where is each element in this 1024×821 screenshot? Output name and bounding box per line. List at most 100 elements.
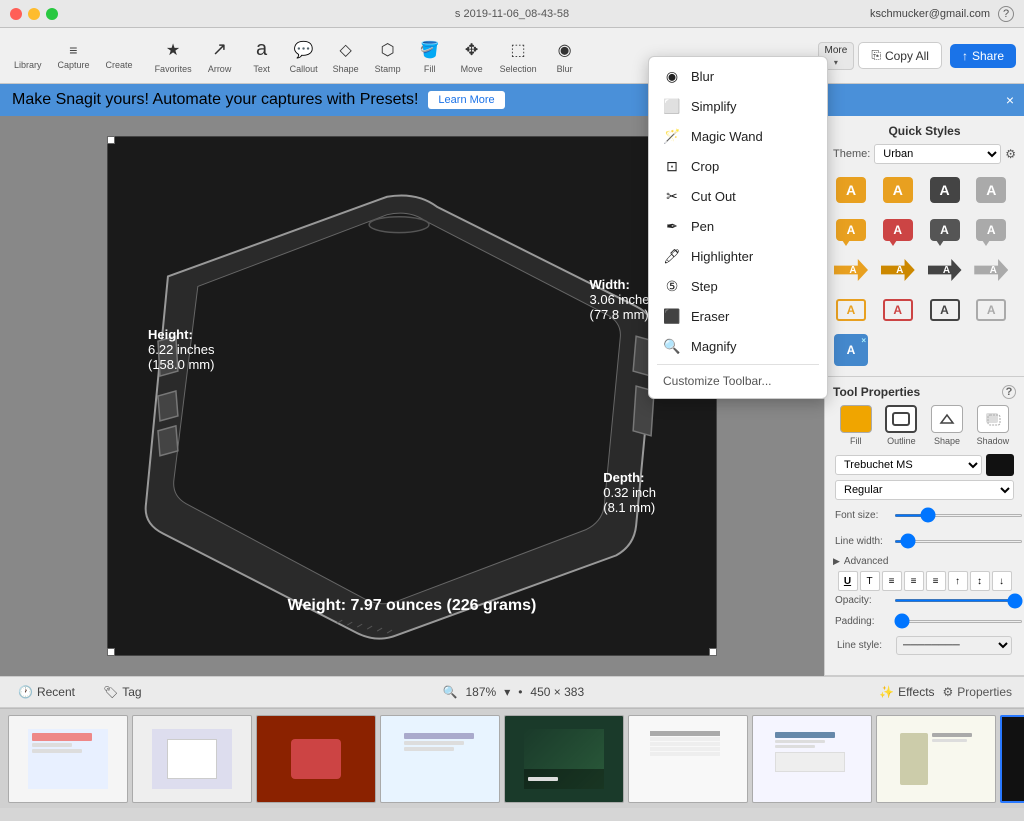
thumbnail-1[interactable] [8,715,128,803]
help-icon[interactable]: ? [998,6,1014,22]
create-label[interactable]: Create [100,60,139,70]
fill-tool[interactable]: 🪣 Fill [412,36,448,76]
style-item[interactable]: A [927,252,963,288]
callout-tool[interactable]: 💬 Callout [286,36,322,76]
shape-tool[interactable]: ◇ Shape [328,36,364,76]
capture-label[interactable]: Capture [52,60,96,70]
height-value: 6.22 inches [148,342,215,357]
style-item[interactable]: A [880,252,916,288]
menu-item-cut-out[interactable]: ✂ Cut Out [649,181,827,211]
shape-box[interactable] [931,405,963,433]
title-bar: s 2019-11-06_08-43-58 kschmucker@gmail.c… [0,0,1024,28]
stamp-tool[interactable]: ⬡ Stamp [370,36,406,76]
arrow-tool[interactable]: ↗ Arrow [202,36,238,76]
style-item[interactable]: A [880,292,916,328]
resize-handle-tl[interactable] [107,136,115,144]
outline-label: Outline [887,436,916,446]
thumbnail-5[interactable] [504,715,624,803]
menu-item-step[interactable]: ⑤ Step [649,271,827,301]
customize-toolbar-item[interactable]: Customize Toolbar... [649,368,827,394]
style-item[interactable]: A [973,292,1009,328]
hamburger-icon[interactable]: ≡ [69,42,77,58]
resize-handle-bl[interactable] [107,648,115,656]
outline-color-box[interactable] [885,405,917,433]
thumbnail-7[interactable] [752,715,872,803]
effects-button[interactable]: ✨ Effects [879,685,934,699]
shadow-box[interactable] [977,405,1009,433]
style-item[interactable]: A [927,212,963,248]
style-item[interactable]: A [973,212,1009,248]
menu-item-pen[interactable]: ✒ Pen [649,211,827,241]
style-item[interactable]: A [880,172,916,208]
menu-item-blur[interactable]: ◉ Blur [649,61,827,91]
properties-button[interactable]: ⚙ Properties [943,685,1012,699]
style-item[interactable]: A [833,292,869,328]
resize-handle-br[interactable] [709,648,717,656]
thumbnail-8[interactable] [876,715,996,803]
learn-more-button[interactable]: Learn More [428,91,504,109]
banner-close-icon[interactable]: × [1006,92,1014,108]
advanced-section[interactable]: ▶ Advanced [833,556,1016,567]
align-right-button[interactable]: ≡ [926,571,946,591]
help-icon[interactable]: ? [1002,385,1016,399]
line-style-select[interactable]: ──────── [896,636,1012,655]
style-item-special[interactable]: × A [833,332,869,368]
selection-tool[interactable]: ⬚ Selection [496,36,541,76]
menu-item-crop[interactable]: ⊡ Crop [649,151,827,181]
menu-item-highlighter[interactable]: 🖊 Highlighter [649,241,827,271]
align-center-button[interactable]: ≡ [904,571,924,591]
font-size-slider[interactable] [894,514,1023,517]
quick-styles-title: Quick Styles [833,124,1016,138]
menu-item-magnify[interactable]: 🔍 Magnify [649,331,827,361]
style-item[interactable]: A [973,172,1009,208]
thumbnail-3[interactable] [256,715,376,803]
align-left-button[interactable]: ≡ [882,571,902,591]
minimize-button[interactable] [28,8,40,20]
zoom-more-icon[interactable]: ▾ [504,685,510,699]
underline-button[interactable]: U [838,571,858,591]
fill-color-box[interactable] [840,405,872,433]
theme-label: Theme: [833,148,870,160]
text-tool[interactable]: a Text [244,36,280,76]
height-mm: (158.0 mm) [148,357,215,372]
tag-button[interactable]: 🏷 Tag [97,682,148,702]
move-tool[interactable]: ✥ Move [454,36,490,76]
style-item[interactable]: A [927,172,963,208]
gear-icon[interactable]: ⚙ [1005,147,1016,161]
style-item[interactable]: A [927,292,963,328]
theme-select[interactable]: Urban [874,144,1001,164]
copy-all-button[interactable]: ⎘ Copy All [858,42,942,69]
align-middle-button[interactable]: ↕ [970,571,990,591]
menu-item-eraser[interactable]: ⬛ Eraser [649,301,827,331]
recent-label: Recent [37,685,75,699]
font-family-select[interactable]: Trebuchet MS [835,455,982,475]
style-item[interactable]: A [973,252,1009,288]
align-bottom-button[interactable]: ↓ [992,571,1012,591]
style-item[interactable]: A [833,172,869,208]
recent-button[interactable]: 🕐 Recent [12,682,81,702]
share-button[interactable]: ↑ Share [950,44,1016,68]
thumbnail-6[interactable] [628,715,748,803]
style-item[interactable]: A [880,212,916,248]
maximize-button[interactable] [46,8,58,20]
thumbnail-4[interactable] [380,715,500,803]
format-buttons-row: U T ≡ ≡ ≡ ↑ ↕ ↓ [833,571,1016,591]
line-width-slider[interactable] [894,540,1023,543]
font-color-box[interactable] [986,454,1014,476]
font-style-select[interactable]: Regular [835,480,1014,500]
menu-item-magic-wand[interactable]: 🪄 Magic Wand [649,121,827,151]
fill-icon: 🪣 [418,38,442,62]
blur-tool[interactable]: ◉ Blur [547,36,583,76]
thumbnail-2[interactable] [132,715,252,803]
library-label[interactable]: Library [8,60,48,70]
style-item[interactable]: A [833,252,869,288]
opacity-slider[interactable] [894,599,1023,602]
text-format-button[interactable]: T [860,571,880,591]
favorites-tool[interactable]: ★ Favorites [151,36,196,76]
thumbnail-9[interactable] [1000,715,1024,803]
padding-slider[interactable] [894,620,1023,623]
close-button[interactable] [10,8,22,20]
menu-item-simplify[interactable]: ⬜ Simplify [649,91,827,121]
style-item[interactable]: A [833,212,869,248]
align-top-button[interactable]: ↑ [948,571,968,591]
